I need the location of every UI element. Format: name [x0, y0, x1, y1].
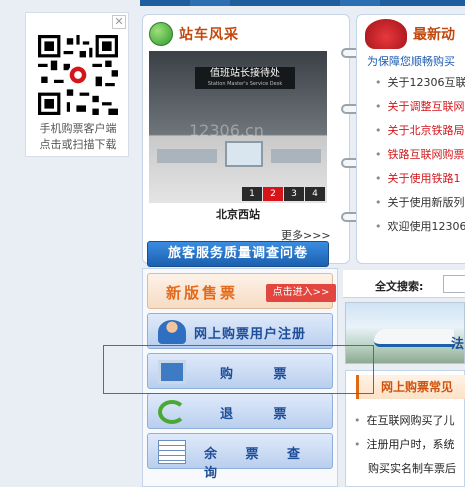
station-gallery-panel: 站车风采 值班站长接待处 Station Master's Service De…	[142, 14, 350, 267]
station-gallery-title: 站车风采	[179, 27, 239, 43]
news-item[interactable]: 关于调整互联网	[375, 99, 465, 123]
pager-2[interactable]: 2	[263, 187, 283, 201]
photo-decor	[157, 149, 217, 163]
pager-3[interactable]: 3	[284, 187, 304, 201]
qr-caption-line1: 手机购票客户端	[39, 122, 117, 135]
new-sale-title: 新版售票	[166, 284, 239, 302]
watermark-text: 12306.cn	[189, 121, 264, 140]
news-item[interactable]: 关于北京铁路局	[375, 123, 465, 147]
top-nav-tab[interactable]	[340, 0, 380, 6]
qr-code-image[interactable]	[38, 35, 118, 115]
station-sign-subtext: Station Master's Service Desk	[207, 81, 283, 87]
mobile-app-qr-panel[interactable]: ✕ 手机购票客户端 点击或扫描下载	[25, 12, 129, 157]
close-icon[interactable]: ✕	[112, 15, 126, 29]
faq-item[interactable]: 注册用户时，系统	[354, 437, 456, 461]
news-list: 关于12306互联 关于调整互联网 关于北京铁路局 铁路互联网购票 关于使用铁路…	[375, 75, 465, 243]
full-text-search: 全文搜索:	[343, 270, 465, 298]
qr-caption-line2: 点击或扫描下载	[39, 138, 117, 151]
news-lead-link[interactable]: 为保障您顺畅购买	[367, 53, 455, 69]
refund-label: 退 票	[220, 407, 305, 422]
register-label: 网上购票用户注册	[194, 327, 307, 342]
news-item[interactable]: 关于使用新版列	[375, 195, 465, 219]
news-item[interactable]: 关于12306互联	[375, 75, 465, 99]
pager-1[interactable]: 1	[242, 187, 262, 201]
faq-list: 在互联网购买了儿 注册用户时，系统 购买实名制车票后	[354, 413, 457, 485]
station-gallery-header: 站车风采	[149, 21, 239, 47]
user-icon	[158, 320, 186, 344]
new-sale-enter-button[interactable]: 点击进入>>	[266, 284, 336, 302]
survey-button[interactable]: 旅客服务质量调查问卷	[147, 241, 329, 267]
remaining-tickets-label: 余 票 查 询	[204, 447, 313, 481]
new-sale-banner[interactable]: 新版售票 点击进入>>	[147, 273, 336, 309]
pager-4[interactable]: 4	[305, 187, 325, 201]
faq-item[interactable]: 购买实名制车票后	[354, 461, 456, 485]
faq-item[interactable]: 在互联网购买了儿	[354, 413, 456, 437]
search-label: 全文搜索:	[375, 280, 424, 293]
top-nav-bar	[140, 0, 465, 6]
refund-button[interactable]: 退 票	[147, 393, 333, 429]
latest-news-header: 最新动	[365, 19, 455, 49]
news-icon	[365, 19, 407, 49]
station-photo[interactable]: 值班站长接待处 Station Master's Service Desk 12…	[149, 51, 327, 203]
highlight-box	[103, 345, 374, 394]
train-image	[374, 329, 454, 347]
photo-caption: 北京西站	[216, 208, 260, 221]
station-sign-text: 值班站长接待处	[210, 68, 280, 79]
top-nav-tab[interactable]	[190, 0, 230, 6]
return-arrow-icon	[158, 400, 186, 424]
remaining-tickets-button[interactable]: 余 票 查 询	[147, 433, 333, 481]
latest-news-title: 最新动	[413, 27, 455, 43]
news-item[interactable]: 铁路互联网购票	[375, 147, 465, 171]
photo-pager: 1 2 3 4	[242, 187, 325, 201]
register-button[interactable]: 网上购票用户注册	[147, 313, 333, 349]
banner-text: 法	[450, 337, 464, 352]
search-input[interactable]	[443, 275, 465, 293]
photo-decor	[271, 149, 321, 163]
service-desk	[225, 141, 263, 167]
latest-news-panel: 最新动 为保障您顺畅购买 关于12306互联 关于调整互联网 关于北京铁路局 铁…	[356, 14, 465, 264]
table-icon	[158, 440, 186, 464]
station-sign: 值班站长接待处 Station Master's Service Desk	[195, 67, 295, 89]
news-item[interactable]: 欢迎使用12306	[375, 219, 465, 243]
news-item[interactable]: 关于使用铁路1	[375, 171, 465, 195]
globe-icon	[149, 22, 173, 46]
